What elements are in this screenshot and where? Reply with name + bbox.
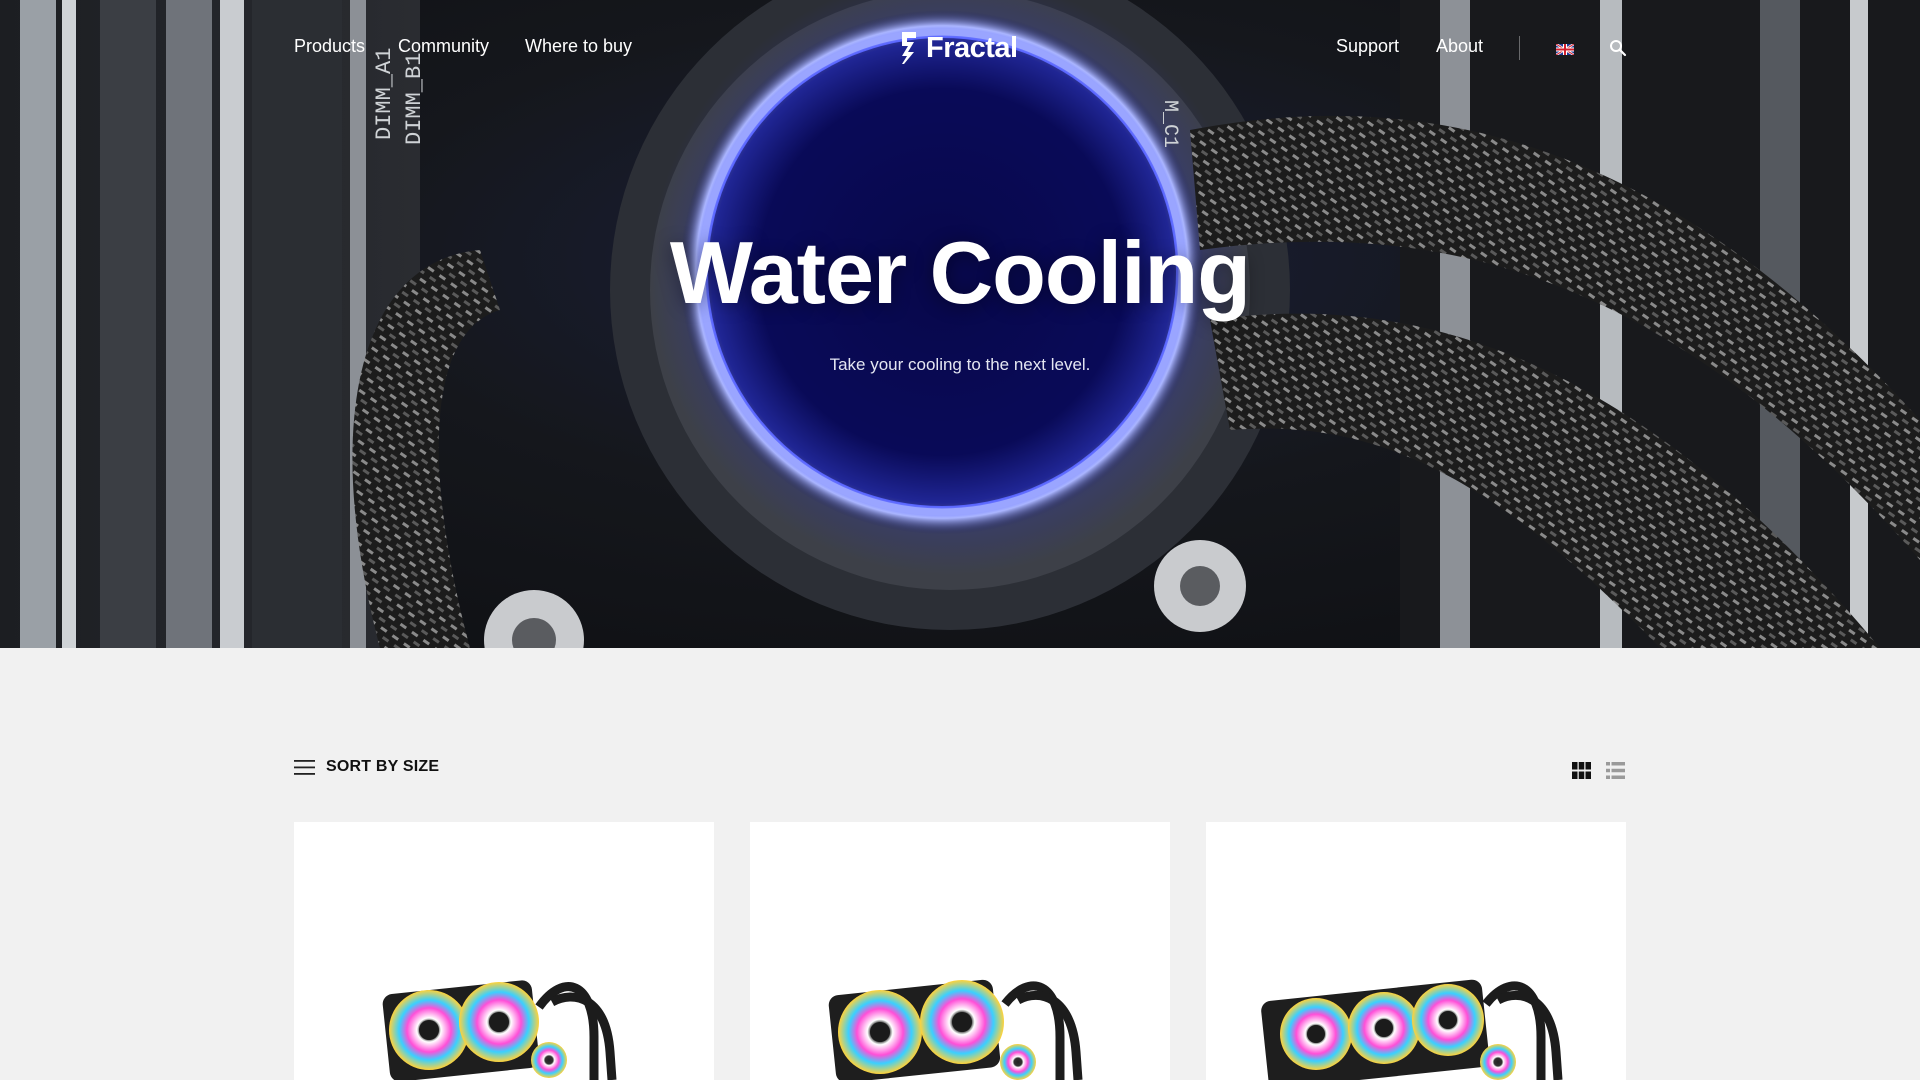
sort-label: SORT BY SIZE [326, 758, 440, 775]
hero-title: Water Cooling [669, 223, 1251, 322]
search-icon[interactable] [1609, 39, 1627, 57]
product-card[interactable] [1206, 822, 1626, 1080]
menu-lines-icon [294, 759, 315, 775]
fractal-logo[interactable]: Fractal [898, 28, 1018, 68]
uk-flag-icon[interactable] [1556, 44, 1574, 55]
product-card[interactable] [750, 822, 1170, 1080]
nav-divider [1519, 36, 1520, 60]
nav-products[interactable]: Products [294, 36, 365, 57]
fractal-logo-icon [902, 32, 916, 64]
nav-where-to-buy[interactable]: Where to buy [525, 36, 632, 57]
product-image-aio-2fan [382, 980, 617, 1080]
logo-text: Fractal [926, 31, 1018, 64]
svg-text:DIMM_B1: DIMM_B1 [402, 53, 427, 145]
hero-subtitle: Take your cooling to the next level. [829, 355, 1091, 374]
hero-banner: DIMM_A1 DIMM_B1 M_C1 Products Community … [0, 0, 1920, 648]
hero-background-image: DIMM_A1 DIMM_B1 M_C1 [0, 0, 1920, 648]
list-view-icon[interactable] [1606, 762, 1625, 779]
grid-view-icon[interactable] [1572, 762, 1591, 779]
nav-community[interactable]: Community [398, 36, 489, 57]
svg-text:DIMM_A1: DIMM_A1 [372, 48, 397, 140]
svg-text:M_C1: M_C1 [1158, 100, 1181, 148]
product-image-aio-3fan [1261, 979, 1563, 1080]
nav-support[interactable]: Support [1336, 36, 1399, 57]
sort-button[interactable]: SORT BY SIZE [294, 758, 439, 776]
product-card[interactable] [294, 822, 714, 1080]
product-image-aio-2fan [828, 979, 1083, 1080]
nav-about[interactable]: About [1436, 36, 1483, 57]
listing-toolbar: SORT BY SIZE [294, 758, 1626, 782]
